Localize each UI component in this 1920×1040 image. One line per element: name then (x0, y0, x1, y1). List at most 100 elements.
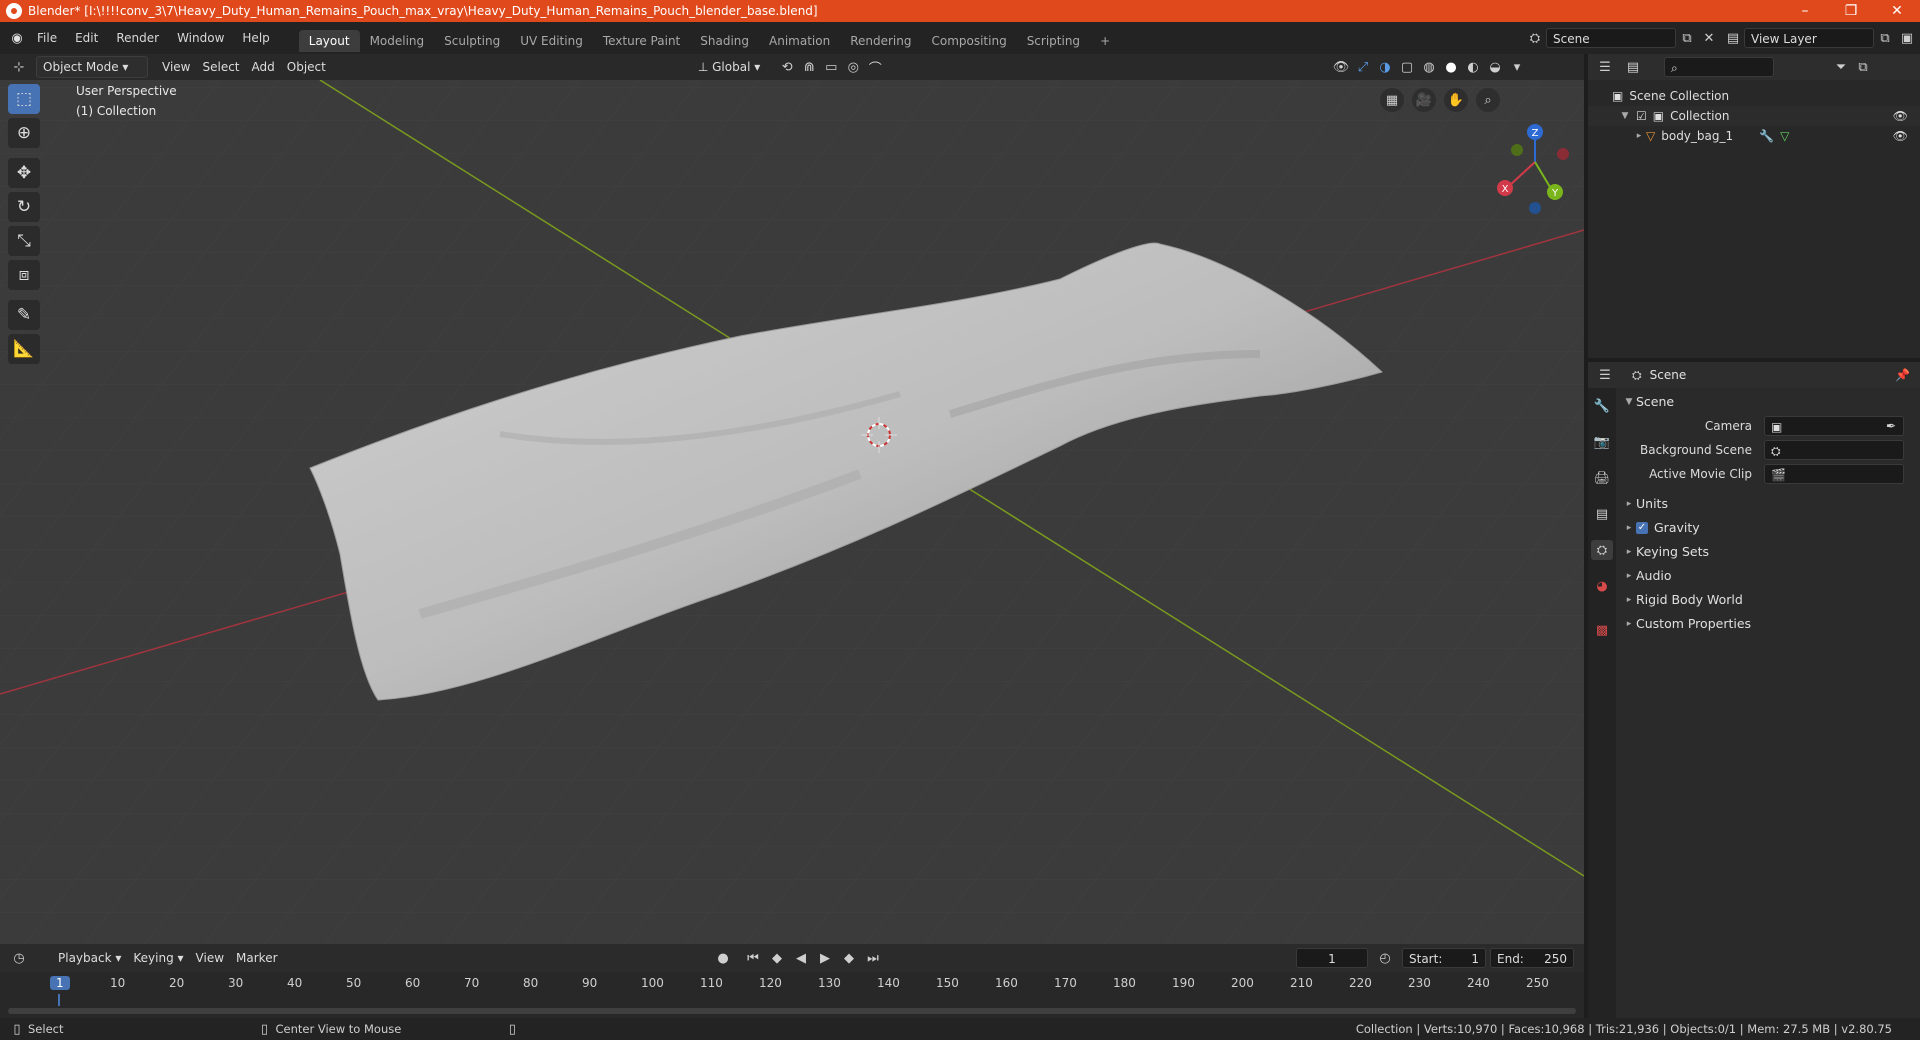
display-mode-icon[interactable]: ▤ (1622, 57, 1644, 77)
select-box-tool[interactable]: ⬚ (8, 84, 40, 114)
snap-target-icon[interactable]: ▭ (820, 57, 842, 77)
viewport-menu-select[interactable]: Select (196, 57, 245, 77)
cursor-tool[interactable]: ⊕ (8, 118, 40, 148)
camera-view-icon[interactable]: 🎥 (1412, 88, 1436, 112)
rendered-shading-icon[interactable]: ◒ (1484, 57, 1506, 77)
jump-start-icon[interactable]: ⏮ (742, 948, 764, 968)
panel-gravity[interactable]: ▸ ✓ Gravity (1622, 516, 1918, 540)
pivot-icon[interactable]: ⟲ (776, 57, 798, 77)
menu-file[interactable]: File (28, 26, 66, 50)
viewport-menu-add[interactable]: Add (246, 57, 281, 77)
start-frame-field[interactable]: Start: 1 (1402, 948, 1486, 968)
rotate-tool[interactable]: ↻ (8, 192, 40, 222)
jump-end-icon[interactable]: ⏭ (862, 948, 884, 968)
wireframe-shading-icon[interactable]: ◍ (1418, 57, 1440, 77)
scene-icon[interactable]: ⛭ (1524, 28, 1546, 48)
camera-field[interactable]: ▣ (1764, 416, 1904, 436)
new-view-layer-icon[interactable]: ⧉ (1874, 28, 1896, 48)
frame-ruler[interactable]: 1 10 20 30 40 50 60 70 80 90 100 110 120 130 140 150 160… (0, 972, 1584, 994)
timeline-menu-playback[interactable]: Playback ▾ (52, 948, 127, 968)
eyedropper-icon[interactable]: ✒ (1886, 419, 1896, 433)
preview-range-icon[interactable]: ◴ (1374, 948, 1396, 968)
zoom-icon[interactable]: ⌕ (1476, 88, 1500, 112)
annotate-tool[interactable]: ✎ (8, 300, 40, 330)
falloff-icon[interactable]: ⌒ (864, 57, 886, 77)
tab-sculpting[interactable]: Sculpting (434, 30, 510, 52)
pin-icon[interactable]: 📌 (1895, 368, 1910, 382)
object-visibility-icon[interactable]: 👁 (1893, 126, 1908, 146)
visibility-icon[interactable]: 👁 (1330, 57, 1352, 77)
scene-properties-tab-icon[interactable]: ⛭ (1591, 540, 1613, 560)
outliner-row-scene-collection[interactable]: ▣ Scene Collection (1588, 86, 1920, 106)
timeline-scrollbar[interactable] (8, 1008, 1576, 1014)
collection-visibility-icon[interactable]: 👁 (1893, 106, 1908, 126)
scale-tool[interactable]: ⤡ (8, 226, 40, 256)
mode-dropdown[interactable]: Object Mode ▾ (36, 56, 148, 78)
viewport-menu-view[interactable]: View (156, 57, 196, 77)
movie-clip-field[interactable]: 🎬 (1764, 464, 1904, 484)
maximize-button[interactable]: ❐ (1828, 0, 1874, 22)
shading-options-icon[interactable]: ▾ (1506, 57, 1528, 77)
play-reverse-icon[interactable]: ◀ (790, 948, 812, 968)
play-icon[interactable]: ▶ (814, 948, 836, 968)
new-scene-icon[interactable]: ⧉ (1676, 28, 1698, 48)
transform-orientation-dropdown[interactable]: ⊥ Global ▾ (692, 57, 766, 77)
material-shading-icon[interactable]: ◐ (1462, 57, 1484, 77)
timeline-menu-keying[interactable]: Keying ▾ (127, 948, 189, 968)
properties-editor-icon[interactable]: ☰ (1594, 365, 1616, 385)
outliner-search-input[interactable]: ⌕ (1664, 57, 1774, 77)
filter-icon[interactable]: ⏷ (1830, 57, 1852, 77)
tool-tab-icon[interactable]: 🔧 (1591, 396, 1613, 416)
panel-custom-properties[interactable]: ▸ Custom Properties (1622, 612, 1918, 636)
expand-collection-icon[interactable]: ▼ (1618, 106, 1632, 126)
outliner-row-collection[interactable]: ▼ ☑ ▣ Collection 👁 (1588, 106, 1920, 126)
measure-tool[interactable]: 📐 (8, 334, 40, 364)
panel-rigid-body-world[interactable]: ▸ Rigid Body World (1622, 588, 1918, 612)
delete-scene-icon[interactable]: ✕ (1698, 28, 1720, 48)
gravity-checkbox[interactable]: ✓ (1636, 522, 1648, 534)
view-layer-tab-icon[interactable]: ▤ (1591, 504, 1613, 524)
timeline-editor-icon[interactable]: ◷ (8, 948, 30, 968)
3d-viewport[interactable]: Z X Y (0, 54, 1584, 944)
panel-keying-sets[interactable]: ▸ Keying Sets (1622, 540, 1918, 564)
close-button[interactable]: ✕ (1874, 0, 1920, 22)
tab-layout[interactable]: Layout (298, 30, 360, 52)
background-scene-field[interactable]: ⛭ (1764, 440, 1904, 460)
gizmo-toggle-icon[interactable]: ⤢ (1352, 57, 1374, 77)
timeline-menu-marker[interactable]: Marker (230, 948, 283, 968)
menu-edit[interactable]: Edit (66, 26, 107, 50)
scene-field[interactable]: Scene (1546, 28, 1676, 48)
tab-texture-paint[interactable]: Texture Paint (593, 30, 690, 52)
timeline-area[interactable]: 1 10 20 30 40 50 60 70 80 90 100 110 120 130 140 150 160… (0, 972, 1584, 1018)
current-frame-field[interactable]: 1 (1296, 948, 1368, 968)
outliner-editor-icon[interactable]: ☰ (1594, 57, 1616, 77)
new-collection-icon[interactable]: ⧉ (1852, 57, 1874, 77)
solid-shading-icon[interactable]: ● (1440, 57, 1462, 77)
ortho-grid-icon[interactable]: ▦ (1380, 88, 1404, 112)
expand-object-icon[interactable]: ▸ (1632, 126, 1646, 146)
snap-icon[interactable]: ⋒ (798, 57, 820, 77)
outliner-row-object[interactable]: ▸ ▽ body_bag_1 🔧 ▽ 👁 (1588, 126, 1920, 146)
xray-icon[interactable]: ▢ (1396, 57, 1418, 77)
tab-animation[interactable]: Animation (759, 30, 840, 52)
tab-uv-editing[interactable]: UV Editing (510, 30, 593, 52)
delete-view-layer-icon[interactable]: ▣ (1896, 28, 1918, 48)
move-tool[interactable]: ✥ (8, 158, 40, 188)
collection-checkbox-icon[interactable]: ☑ (1636, 106, 1647, 126)
viewport-menu-object[interactable]: Object (281, 57, 332, 77)
tab-scripting[interactable]: Scripting (1017, 30, 1090, 52)
record-icon[interactable]: ● (712, 948, 734, 968)
panel-units[interactable]: ▸ Units (1622, 492, 1918, 516)
panel-audio[interactable]: ▸ Audio (1622, 564, 1918, 588)
view-layer-icon[interactable]: ▤ (1722, 28, 1744, 48)
view-layer-field[interactable]: View Layer (1744, 28, 1874, 48)
editor-type-icon[interactable]: ⊹ (8, 57, 30, 77)
timeline-menu-view[interactable]: View (190, 948, 230, 968)
minimize-button[interactable]: – (1782, 0, 1828, 22)
tab-compositing[interactable]: Compositing (921, 30, 1016, 52)
menu-render[interactable]: Render (107, 26, 168, 50)
pan-hand-icon[interactable]: ✋ (1444, 88, 1468, 112)
transform-tool[interactable]: ⧈ (8, 260, 40, 290)
tab-modeling[interactable]: Modeling (360, 30, 435, 52)
scene-section-header[interactable]: ▼ Scene (1622, 390, 1918, 414)
